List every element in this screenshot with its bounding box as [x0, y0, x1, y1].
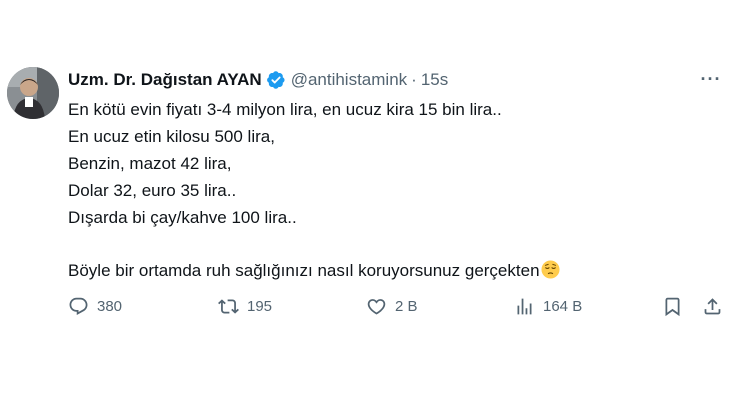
tweet-actions: 380 195 2 B 164 B — [68, 292, 724, 320]
tweet-line: Dışarda bi çay/kahve 100 lira.. — [68, 208, 297, 227]
author-name[interactable]: Uzm. Dr. Dağıstan AYAN — [68, 70, 262, 90]
reply-button[interactable]: 380 — [68, 292, 122, 320]
tweet-timestamp[interactable]: 15s — [421, 70, 448, 90]
tweet-card[interactable]: Uzm. Dr. Dağıstan AYAN @antihistamink · … — [0, 0, 730, 420]
like-button[interactable]: 2 B — [366, 292, 418, 320]
tweet-line: Dolar 32, euro 35 lira.. — [68, 181, 237, 200]
bookmark-icon — [662, 296, 683, 317]
retweet-icon — [218, 296, 239, 317]
more-options-icon[interactable]: ··· — [698, 68, 724, 90]
verified-badge-icon — [266, 70, 286, 90]
tweet-header: Uzm. Dr. Dağıstan AYAN @antihistamink · … — [68, 67, 448, 93]
avatar[interactable] — [7, 67, 59, 119]
reply-icon — [68, 296, 89, 317]
views-icon — [514, 296, 535, 317]
reply-count: 380 — [97, 297, 123, 315]
header-separator: · — [411, 70, 417, 89]
tweet-line: Benzin, mazot 42 lira, — [68, 154, 232, 173]
views-count: 164 B — [543, 297, 583, 315]
bookmark-button[interactable] — [662, 292, 683, 320]
heart-icon — [366, 296, 387, 317]
tweet-line: En ucuz etin kilosu 500 lira, — [68, 127, 275, 146]
like-count: 2 B — [395, 297, 418, 315]
pensive-face-emoji — [541, 260, 560, 279]
retweet-button[interactable]: 195 — [218, 292, 272, 320]
tweet-line-last: Böyle bir ortamda ruh sağlığınızı nasıl … — [68, 257, 708, 284]
tweet-text: En kötü evin fiyatı 3-4 milyon lira, en … — [68, 96, 708, 284]
author-handle[interactable]: @antihistamink — [291, 70, 407, 90]
tweet-last-text: Böyle bir ortamda ruh sağlığınızı nasıl … — [68, 261, 540, 280]
views-button[interactable]: 164 B — [514, 292, 582, 320]
retweet-count: 195 — [247, 297, 273, 315]
tweet-line: En kötü evin fiyatı 3-4 milyon lira, en … — [68, 100, 502, 119]
share-icon — [702, 296, 723, 317]
share-button[interactable] — [702, 292, 723, 320]
